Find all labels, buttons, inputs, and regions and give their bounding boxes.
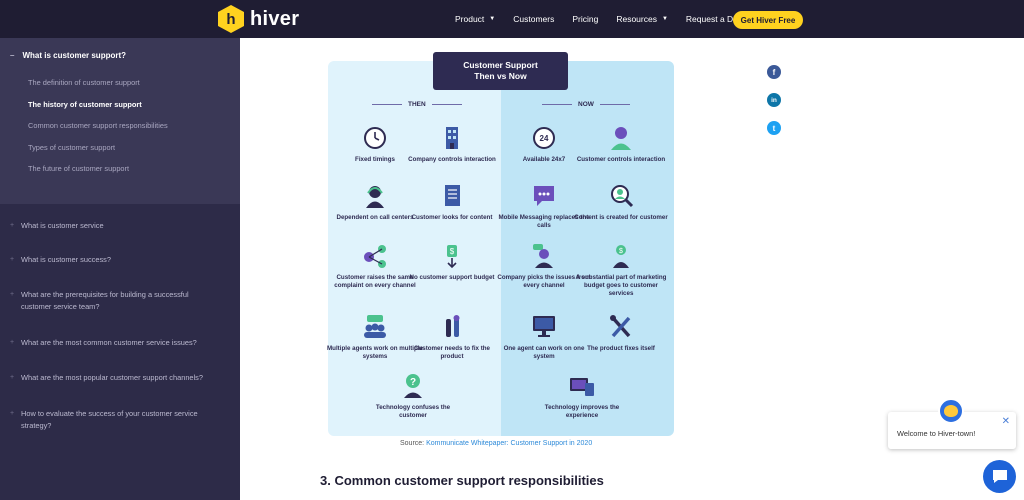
toc-section-customer-success[interactable]: + What is customer success? xyxy=(0,254,240,267)
get-hiver-free-button[interactable]: Get Hiver Free xyxy=(733,11,803,29)
source-link[interactable]: Kommunicate Whitepaper: Customer Support… xyxy=(426,440,592,447)
svg-text:$: $ xyxy=(450,247,455,256)
twitter-share-icon[interactable]: t xyxy=(767,121,781,135)
now-item-customer-controls: Customer controls interaction xyxy=(571,125,671,164)
user-icon xyxy=(607,125,635,151)
brand-name: hiver xyxy=(250,7,300,30)
image-source: Source: Kommunicate Whitepaper: Customer… xyxy=(400,440,593,447)
nav-pricing[interactable]: Pricing xyxy=(572,14,598,24)
toc-subitem-future[interactable]: The future of customer support xyxy=(0,158,240,180)
plus-icon: + xyxy=(10,221,15,229)
now-item-technology-improves: Technology improves the experience xyxy=(532,373,632,420)
document-icon xyxy=(438,183,466,209)
smiley-icon xyxy=(944,405,958,417)
infographic-title: Customer Support Then vs Now xyxy=(433,52,568,90)
plus-icon: + xyxy=(10,338,15,346)
chevron-down-icon: ▼ xyxy=(661,16,668,22)
toc-subitem-types[interactable]: Types of customer support xyxy=(0,137,240,159)
then-item-technology-confuses: ? Technology confuses the customer xyxy=(363,373,463,420)
close-icon[interactable]: ✕ xyxy=(1002,416,1010,427)
chevron-down-icon: ▼ xyxy=(489,16,496,22)
then-item-company-controls: Company controls interaction xyxy=(402,125,502,164)
linkedin-share-icon[interactable]: in xyxy=(767,93,781,107)
then-heading: THEN xyxy=(372,101,462,108)
toc-subitem-definition[interactable]: The definition of customer support xyxy=(0,72,240,94)
toc-section-common-issues[interactable]: + What are the most common customer servi… xyxy=(0,337,240,350)
svg-text:$: $ xyxy=(619,248,623,255)
devices-icon xyxy=(568,373,596,399)
investment-icon: $ xyxy=(607,243,635,269)
svg-text:?: ? xyxy=(410,377,416,388)
wrench-icon xyxy=(607,314,635,340)
now-heading: NOW xyxy=(542,101,630,108)
chat-greeting: Welcome to Hiver-town! xyxy=(897,429,976,438)
tools-icon xyxy=(438,314,466,340)
now-item-marketing-budget: $ A substantial part of marketing budget… xyxy=(571,243,671,298)
then-item-fix-product: Customer needs to fix the product xyxy=(402,314,502,361)
toc-section-popular-channels[interactable]: + What are the most popular customer supp… xyxy=(0,372,240,385)
clock-icon xyxy=(361,125,389,151)
nav-menu: Product ▼ Customers Pricing Resources ▼ Re… xyxy=(455,0,768,38)
chat-agent-avatar xyxy=(938,398,964,424)
then-item-no-budget: $ No customer support budget xyxy=(402,243,502,282)
now-item-content-created: Content is created for customer xyxy=(571,183,671,222)
now-item-product-fixes: The product fixes itself xyxy=(571,314,671,353)
confused-user-icon: ? xyxy=(399,373,427,399)
toc-section-evaluate-success[interactable]: + How to evaluate the success of your cus… xyxy=(0,408,240,433)
nav-customers[interactable]: Customers xyxy=(513,14,554,24)
24-7-icon: 24 xyxy=(530,125,558,151)
toc-sidebar: – What is customer support? The definiti… xyxy=(0,38,240,500)
top-navbar: h hiver Product ▼ Customers Pricing Resou… xyxy=(0,0,1024,38)
chat-launcher-button[interactable] xyxy=(983,460,1016,493)
money-icon: $ xyxy=(438,243,466,269)
hiver-logo[interactable]: h hiver xyxy=(218,5,299,33)
minus-icon: – xyxy=(10,50,15,60)
toc-section-what-is-customer-support[interactable]: – What is customer support? xyxy=(0,46,240,62)
magnifier-user-icon xyxy=(607,183,635,209)
plus-icon: + xyxy=(10,256,15,263)
building-icon xyxy=(438,125,466,151)
nav-resources[interactable]: Resources ▼ xyxy=(616,14,668,24)
monitor-icon xyxy=(530,314,558,340)
toc-active-section: – What is customer support? The definiti… xyxy=(0,38,240,204)
chat-bubble-icon xyxy=(530,183,558,209)
agent-icon xyxy=(530,243,558,269)
svg-text:24: 24 xyxy=(540,134,549,143)
hiver-hexagon-icon: h xyxy=(218,5,244,33)
share-network-icon xyxy=(361,243,389,269)
section-heading: 3. Common customer support responsibilit… xyxy=(320,473,604,488)
then-item-customer-looks: Customer looks for content xyxy=(402,183,502,222)
toc-section-prerequisites[interactable]: + What are the prerequisites for building… xyxy=(0,289,240,314)
chat-icon xyxy=(992,470,1007,483)
toc-section-customer-service[interactable]: + What is customer service xyxy=(0,220,240,233)
team-chat-icon xyxy=(361,314,389,340)
toc-subitem-responsibilities[interactable]: Common customer support responsibilities xyxy=(0,115,240,137)
toc-subitem-history[interactable]: The history of customer support xyxy=(0,94,240,116)
facebook-share-icon[interactable]: f xyxy=(767,65,781,79)
nav-product[interactable]: Product ▼ xyxy=(455,14,495,24)
headset-agent-icon xyxy=(361,183,389,209)
plus-icon: + xyxy=(10,374,15,381)
plus-icon: + xyxy=(10,290,15,298)
plus-icon: + xyxy=(10,409,15,417)
